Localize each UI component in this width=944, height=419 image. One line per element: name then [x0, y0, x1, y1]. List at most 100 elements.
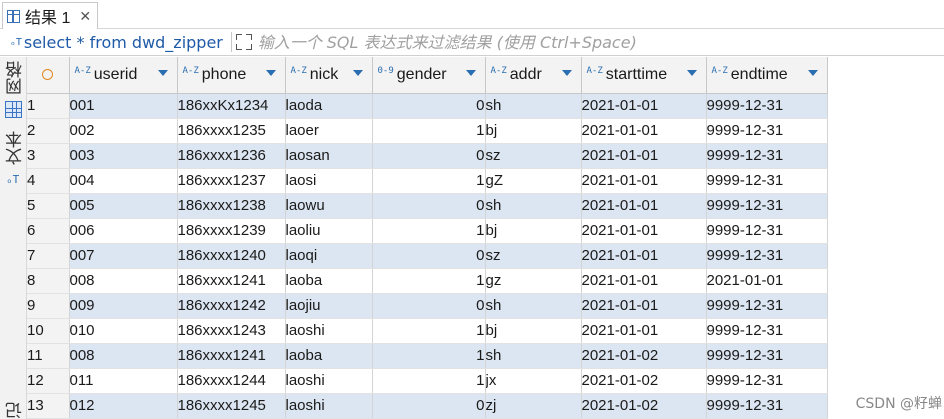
cell-starttime[interactable]: 2021-01-01 — [581, 168, 707, 194]
cell-userid[interactable]: 007 — [69, 243, 178, 269]
cell-starttime[interactable]: 2021-01-01 — [581, 293, 707, 319]
cell-nick[interactable]: laoshi — [285, 393, 373, 419]
column-header-nick[interactable]: A-Z nick — [285, 57, 373, 94]
cell-phone[interactable]: 186xxxx1235 — [177, 118, 286, 144]
cell-addr[interactable]: sz — [485, 243, 582, 269]
cell-addr[interactable]: jx — [485, 368, 582, 394]
cell-starttime[interactable]: 2021-01-02 — [581, 343, 707, 369]
cell-addr[interactable]: sh — [485, 93, 582, 119]
table-row[interactable]: 11 008 186xxxx1241 laoba 1 sh 2021-01-02 9999-1… — [27, 343, 944, 369]
table-row[interactable]: 13 012 186xxxx1245 laoshi 0 zj 2021-01-02 9999-… — [27, 393, 944, 419]
cell-addr[interactable]: sz — [485, 143, 582, 169]
cell-starttime[interactable]: 2021-01-01 — [581, 193, 707, 219]
cell-phone[interactable]: 186xxxx1244 — [177, 368, 286, 394]
table-row[interactable]: 2 002 186xxxx1235 laoer 1 bj 2021-01-01 9999-12… — [27, 118, 944, 144]
cell-endtime[interactable]: 9999-12-31 — [706, 193, 828, 219]
cell-nick[interactable]: laosan — [285, 143, 373, 169]
cell-addr[interactable]: sh — [485, 293, 582, 319]
cell-addr[interactable]: bj — [485, 318, 582, 344]
cell-userid[interactable]: 001 — [69, 93, 178, 119]
table-row[interactable]: 10 010 186xxxx1243 laoshi 1 bj 2021-01-01 9999-… — [27, 318, 944, 344]
table-row[interactable]: 3 003 186xxxx1236 laosan 0 sz 2021-01-01 9999-1… — [27, 143, 944, 169]
table-row[interactable]: 1 001 186xxKx1234 laoda 0 sh 2021-01-01 9999-12… — [27, 93, 944, 119]
cell-phone[interactable]: 186xxxx1240 — [177, 243, 286, 269]
cell-starttime[interactable]: 2021-01-01 — [581, 118, 707, 144]
sort-arrow-icon[interactable] — [352, 70, 363, 76]
grid-view-label[interactable]: 网格 — [3, 61, 28, 95]
row-number[interactable]: 3 — [27, 143, 70, 169]
close-icon[interactable]: ✕ — [79, 8, 91, 25]
filter-input[interactable] — [257, 32, 944, 52]
cell-gender[interactable]: 0 — [372, 293, 486, 319]
grid-icon[interactable] — [5, 101, 22, 118]
cell-gender[interactable]: 1 — [372, 268, 486, 294]
row-number[interactable]: 4 — [27, 168, 70, 194]
cell-phone[interactable]: 186xxxx1238 — [177, 193, 286, 219]
sort-arrow-icon[interactable] — [561, 70, 572, 76]
cell-nick[interactable]: laojiu — [285, 293, 373, 319]
cell-nick[interactable]: laoshi — [285, 368, 373, 394]
cell-nick[interactable]: laowu — [285, 193, 373, 219]
cell-endtime[interactable]: 9999-12-31 — [706, 293, 828, 319]
cell-endtime[interactable]: 9999-12-31 — [706, 243, 828, 269]
cell-addr[interactable]: sh — [485, 193, 582, 219]
cell-starttime[interactable]: 2021-01-02 — [581, 393, 707, 419]
cell-userid[interactable]: 009 — [69, 293, 178, 319]
sql-query-text[interactable]: select * from dwd_zipper — [24, 33, 229, 52]
table-row[interactable]: 7 007 186xxxx1240 laoqi 0 sz 2021-01-01 9999-12… — [27, 243, 944, 269]
cell-endtime[interactable]: 9999-12-31 — [706, 93, 828, 119]
cell-gender[interactable]: 1 — [372, 318, 486, 344]
cell-userid[interactable]: 004 — [69, 168, 178, 194]
row-number[interactable]: 6 — [27, 218, 70, 244]
cell-endtime[interactable]: 9999-12-31 — [706, 143, 828, 169]
cell-endtime[interactable]: 9999-12-31 — [706, 318, 828, 344]
column-header-starttime[interactable]: A-Z starttime — [581, 57, 707, 94]
results-tab[interactable]: 结果 1 ✕ — [2, 2, 99, 29]
cell-endtime[interactable]: 9999-12-31 — [706, 218, 828, 244]
row-number[interactable]: 1 — [27, 93, 70, 119]
sort-arrow-icon[interactable] — [465, 70, 476, 76]
cell-gender[interactable]: 0 — [372, 93, 486, 119]
cell-starttime[interactable]: 2021-01-01 — [581, 218, 707, 244]
row-number[interactable]: 7 — [27, 243, 70, 269]
cell-nick[interactable]: laoliu — [285, 218, 373, 244]
sort-arrow-icon[interactable] — [265, 70, 276, 76]
cell-gender[interactable]: 0 — [372, 393, 486, 419]
table-row[interactable]: 6 006 186xxxx1239 laoliu 1 bj 2021-01-01 9999-1… — [27, 218, 944, 244]
cell-starttime[interactable]: 2021-01-01 — [581, 318, 707, 344]
cell-gender[interactable]: 1 — [372, 218, 486, 244]
cell-phone[interactable]: 186xxxx1245 — [177, 393, 286, 419]
cell-gender[interactable]: 1 — [372, 118, 486, 144]
table-row[interactable]: 8 008 186xxxx1241 laoba 1 gz 2021-01-01 2021-01… — [27, 268, 944, 294]
column-header-endtime[interactable]: A-Z endtime — [706, 57, 828, 94]
cell-gender[interactable]: 1 — [372, 343, 486, 369]
cell-endtime[interactable]: 2021-01-01 — [706, 268, 828, 294]
cell-userid[interactable]: 012 — [69, 393, 178, 419]
row-number[interactable]: 5 — [27, 193, 70, 219]
cell-addr[interactable]: bj — [485, 218, 582, 244]
row-number[interactable]: 10 — [27, 318, 70, 344]
cell-endtime[interactable]: 9999-12-31 — [706, 343, 828, 369]
cell-nick[interactable]: laoba — [285, 268, 373, 294]
cell-userid[interactable]: 003 — [69, 143, 178, 169]
cell-userid[interactable]: 006 — [69, 218, 178, 244]
cell-endtime[interactable]: 9999-12-31 — [706, 168, 828, 194]
cell-userid[interactable]: 008 — [69, 268, 178, 294]
cell-endtime[interactable]: 9999-12-31 — [706, 393, 828, 419]
cell-nick[interactable]: laoshi — [285, 318, 373, 344]
cell-addr[interactable]: gz — [485, 268, 582, 294]
cell-starttime[interactable]: 2021-01-01 — [581, 243, 707, 269]
cell-addr[interactable]: sh — [485, 343, 582, 369]
cell-starttime[interactable]: 2021-01-01 — [581, 143, 707, 169]
row-number[interactable]: 8 — [27, 268, 70, 294]
table-row[interactable]: 12 011 186xxxx1244 laoshi 1 jx 2021-01-02 9999-… — [27, 368, 944, 394]
cell-phone[interactable]: 186xxxx1236 — [177, 143, 286, 169]
cell-userid[interactable]: 011 — [69, 368, 178, 394]
cell-phone[interactable]: 186xxxx1243 — [177, 318, 286, 344]
sort-arrow-icon[interactable] — [157, 70, 168, 76]
cell-phone[interactable]: 186xxKx1234 — [177, 93, 286, 119]
cell-phone[interactable]: 186xxxx1242 — [177, 293, 286, 319]
row-number[interactable]: 13 — [27, 393, 70, 419]
cell-userid[interactable]: 008 — [69, 343, 178, 369]
cell-starttime[interactable]: 2021-01-02 — [581, 368, 707, 394]
